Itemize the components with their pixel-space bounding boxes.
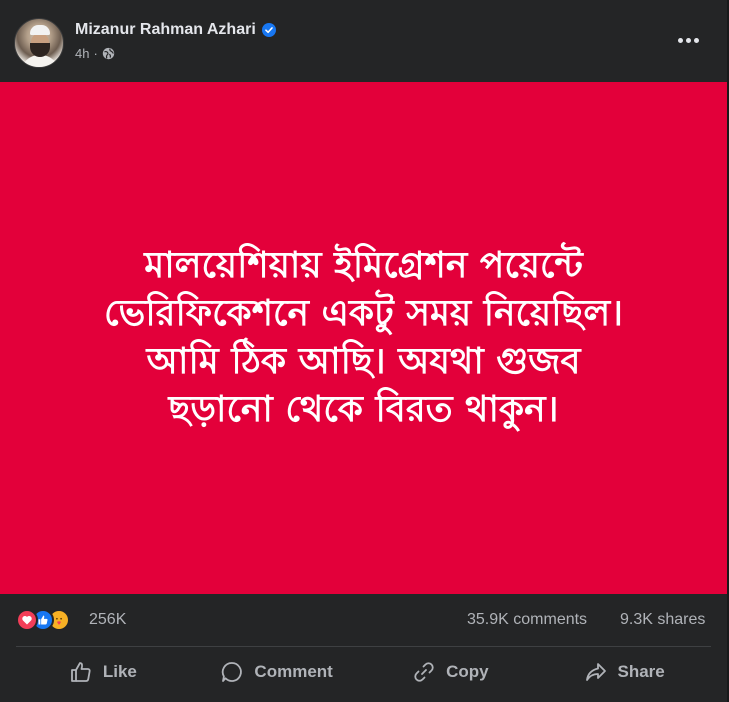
post-meta: 4h · <box>75 46 115 61</box>
post-time[interactable]: 4h <box>75 46 89 61</box>
share-icon <box>585 663 606 681</box>
post-actions: Like Comment Copy Share <box>16 648 711 696</box>
verified-badge-icon <box>261 23 276 37</box>
comment-label: Comment <box>254 662 333 681</box>
shares-count[interactable]: 9.3K shares <box>620 611 705 629</box>
comment-icon <box>222 662 243 682</box>
post-image-text: মালয়েশিয়ায় ইমিগ্রেশন পয়েন্টে ভেরিফিক… <box>24 242 704 434</box>
globe-icon <box>102 47 114 60</box>
author-avatar[interactable] <box>14 18 64 68</box>
thumbs-up-icon <box>70 662 91 682</box>
image-text-line: ছড়ানো থেকে বিরত থাকুন। <box>168 389 559 430</box>
post-stats: 256K 35.9K comments 9.3K shares <box>0 594 727 646</box>
more-options-icon[interactable] <box>670 26 706 54</box>
like-button[interactable]: Like <box>16 648 190 696</box>
meta-separator: · <box>93 46 98 61</box>
comments-count[interactable]: 35.9K comments <box>467 611 587 629</box>
image-text-line: আমি ঠিক আছি। অযথা গুজব <box>146 341 581 382</box>
love-icon <box>16 609 38 631</box>
share-label: Share <box>617 662 665 681</box>
author-name[interactable]: Mizanur Rahman Azhari <box>75 21 256 39</box>
facebook-post: Mizanur Rahman Azhari 4h · মালয়েশিয়ায়… <box>0 0 729 702</box>
reaction-count[interactable]: 256K <box>89 611 126 629</box>
comment-button[interactable]: Comment <box>190 648 364 696</box>
link-icon <box>414 662 434 682</box>
copy-label: Copy <box>446 662 489 681</box>
like-label: Like <box>102 662 137 681</box>
share-button[interactable]: Share <box>537 648 711 696</box>
author-name-row: Mizanur Rahman Azhari <box>75 20 276 40</box>
post-image[interactable]: মালয়েশিয়ায় ইমিগ্রেশন পয়েন্টে ভেরিফিক… <box>0 82 727 594</box>
image-text-line: মালয়েশিয়ায় ইমিগ্রেশন পয়েন্টে <box>144 245 583 286</box>
divider <box>16 646 711 647</box>
copy-button[interactable]: Copy <box>364 648 538 696</box>
post-header: Mizanur Rahman Azhari 4h · <box>0 0 729 82</box>
image-text-line: ভেরিফিকেশনে একটু সময় নিয়েছিল। <box>103 293 624 334</box>
reaction-icons[interactable] <box>16 609 70 631</box>
